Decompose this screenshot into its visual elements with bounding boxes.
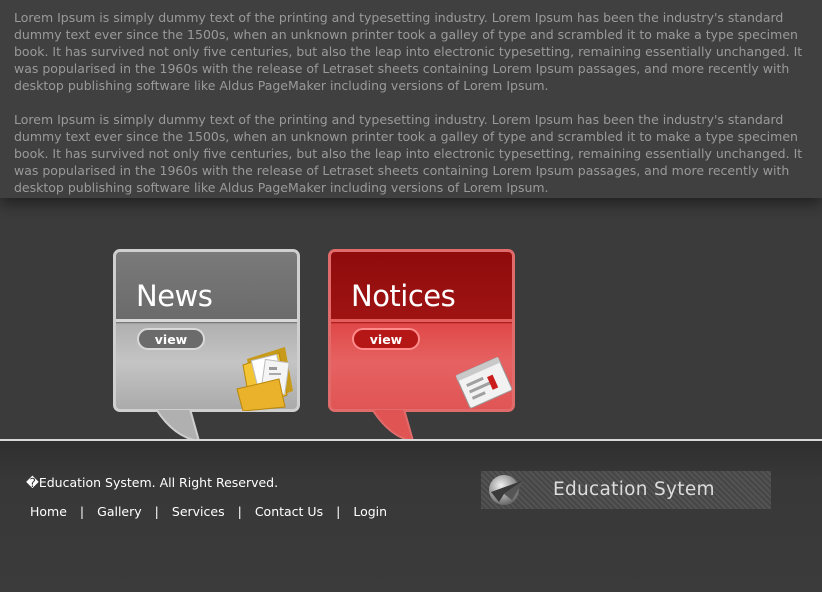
site-logo[interactable]: Education Sytem	[481, 471, 771, 509]
nav-separator: |	[79, 504, 85, 519]
copyright-text: �Education System. All Right Reserved.	[26, 475, 279, 490]
notices-view-button[interactable]: view	[352, 328, 420, 350]
document-window-icon	[455, 356, 513, 409]
notices-card[interactable]: Notices view	[328, 249, 515, 412]
content-panel: Lorem Ipsum is simply dummy text of the …	[0, 0, 822, 198]
news-view-button[interactable]: view	[137, 328, 205, 350]
footer-link-services[interactable]: Services	[172, 504, 225, 519]
news-card[interactable]: News view	[113, 249, 300, 412]
intro-paragraph-1: Lorem Ipsum is simply dummy text of the …	[14, 10, 803, 93]
footer-link-contact-us[interactable]: Contact Us	[255, 504, 323, 519]
notices-title: Notices	[351, 279, 456, 313]
news-card-tail	[154, 409, 201, 442]
nav-separator: |	[154, 504, 159, 519]
card-divider	[331, 319, 512, 322]
logo-text: Education Sytem	[553, 479, 715, 500]
folder-documents-icon	[236, 347, 293, 411]
nav-separator: |	[336, 504, 341, 519]
intro-paragraph-2: Lorem Ipsum is simply dummy text of the …	[14, 112, 803, 195]
footer-link-gallery[interactable]: Gallery	[97, 504, 142, 519]
nav-separator: |	[237, 504, 242, 519]
notices-card-tail	[370, 409, 415, 442]
footer-link-login[interactable]: Login	[353, 504, 387, 519]
card-divider	[116, 319, 297, 322]
footer-link-home[interactable]: Home	[30, 504, 67, 519]
footer-nav: Home | Gallery | Services | Contact Us |…	[30, 504, 387, 519]
news-title: News	[136, 279, 213, 313]
paper-plane-emblem-icon	[489, 475, 524, 505]
